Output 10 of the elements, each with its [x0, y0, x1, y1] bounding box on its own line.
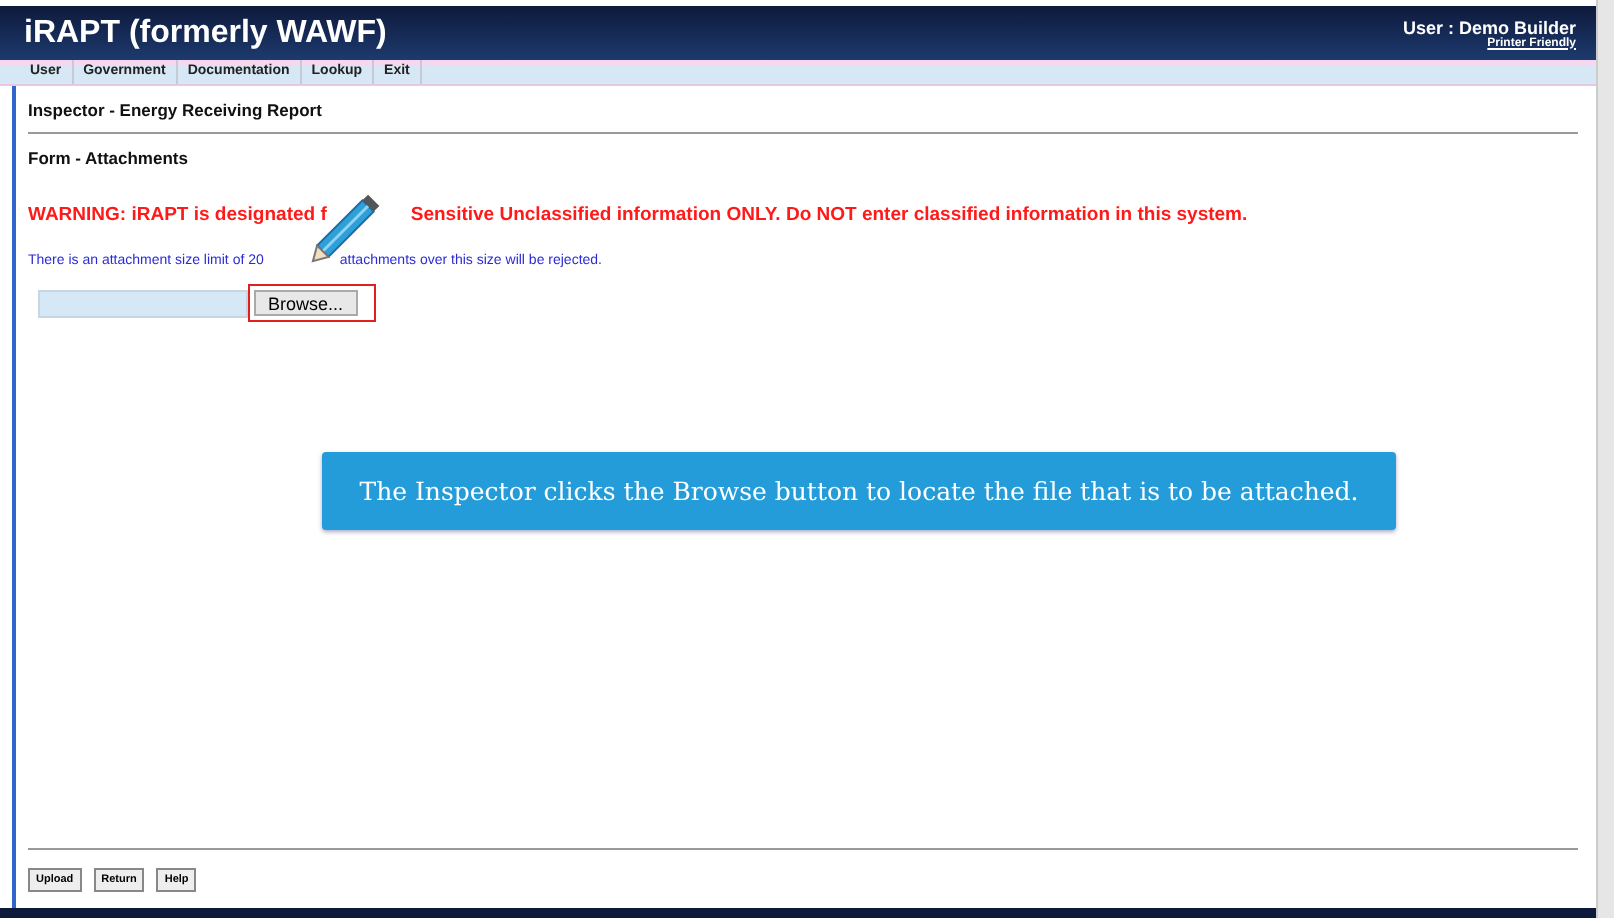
page-title: Inspector - Energy Receiving Report	[28, 100, 324, 120]
warning-text: WARNING: iRAPT is designated f	[28, 204, 327, 226]
warning-text: Sensitive Unclassified information ONLY. Do NOT enter classified information in this system.	[410, 204, 1248, 226]
scrollbar[interactable]	[1596, 0, 1614, 918]
app-title: iRAPT (formerly WAWF)	[24, 15, 387, 51]
user-label: User : Demo Builder	[1402, 17, 1576, 37]
file-path-field[interactable]	[38, 289, 248, 317]
instruction-callout: The Inspector clicks the Browse button to locate the file that is to be attached.	[322, 452, 1396, 530]
browse-button[interactable]: Browse...	[254, 290, 358, 316]
section-title: Form - Attachments	[28, 148, 190, 168]
